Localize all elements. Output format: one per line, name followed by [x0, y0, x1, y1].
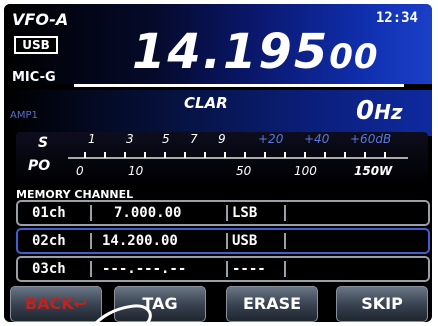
clar-label: CLAR — [184, 94, 228, 112]
memory-frequency: 7.000.00 — [114, 205, 182, 221]
meter-scale — [68, 157, 408, 159]
radio-display: VFO-A 12:34 USB 14.19500 MIC-G AMP1 CLAR… — [4, 4, 432, 322]
divider — [226, 261, 228, 277]
memory-channel-number: 03ch — [32, 261, 66, 277]
clock: 12:34 — [375, 10, 418, 26]
memory-mode: ---- — [232, 261, 266, 277]
memory-channel-number: 02ch — [32, 233, 66, 249]
clar-unit: Hz — [374, 100, 403, 124]
scale-tick — [264, 152, 266, 158]
divider — [284, 233, 286, 249]
memory-mode: LSB — [232, 205, 258, 221]
memory-row[interactable]: 01ch 7.000.00 LSB — [16, 200, 430, 226]
scale-tick — [84, 152, 86, 158]
divider — [284, 205, 286, 221]
scale-tick — [344, 152, 346, 158]
scale-tick — [144, 152, 146, 158]
frequency-main: 14.195 — [132, 24, 330, 80]
scale-tick — [324, 152, 326, 158]
s-meter-label: S — [38, 135, 49, 151]
divider — [226, 233, 228, 249]
s-tick: +40 — [304, 132, 330, 146]
erase-button[interactable]: ERASE — [226, 286, 318, 322]
frequency-readout[interactable]: 14.19500 — [132, 24, 379, 80]
stylus-pointer-icon — [94, 304, 152, 322]
divider — [90, 233, 92, 249]
vfo-label: VFO-A — [12, 10, 69, 29]
memory-mode: USB — [232, 233, 258, 249]
scale-tick — [304, 152, 306, 158]
po-meter-label: PO — [28, 158, 51, 174]
scale-tick — [364, 152, 366, 158]
po-tick: 50 — [236, 164, 252, 178]
s-tick: 9 — [218, 132, 226, 146]
po-tick: 100 — [294, 164, 317, 178]
s-tick: 3 — [126, 132, 134, 146]
mic-gain-label: MIC-G — [12, 70, 56, 85]
scale-tick — [244, 152, 246, 158]
divider — [90, 205, 92, 221]
divider — [284, 261, 286, 277]
scale-tick — [204, 152, 206, 158]
skip-button[interactable]: SKIP — [336, 286, 428, 322]
po-tick: 150W — [354, 164, 393, 178]
s-tick: 5 — [162, 132, 170, 146]
scale-tick — [164, 152, 166, 158]
scale-tick — [124, 152, 126, 158]
divider — [226, 205, 228, 221]
po-tick: 10 — [128, 164, 144, 178]
clar-number: 0 — [356, 96, 375, 126]
frequency-sub: 00 — [329, 37, 379, 77]
memory-row[interactable]: 03ch ---.---.-- ---- — [16, 256, 430, 282]
back-label: BACK — [24, 294, 74, 313]
mic-gain-bar[interactable] — [74, 84, 404, 87]
clar-value[interactable]: 0Hz — [356, 96, 402, 126]
mode-badge[interactable]: USB — [14, 36, 58, 54]
scale-tick — [224, 152, 226, 158]
s-tick: 1 — [88, 132, 96, 146]
scale-tick — [384, 152, 386, 158]
amp-label: AMP1 — [10, 110, 38, 121]
s-tick: 7 — [190, 132, 198, 146]
s-tick: +60dB — [350, 132, 392, 146]
memory-frequency: 14.200.00 — [102, 233, 178, 249]
memory-frequency: ---.---.-- — [102, 261, 187, 277]
po-tick: 0 — [76, 164, 84, 178]
scale-tick — [184, 152, 186, 158]
s-tick: +20 — [258, 132, 284, 146]
scale-tick — [284, 152, 286, 158]
memory-channel-number: 01ch — [32, 205, 66, 221]
scale-tick — [104, 152, 106, 158]
memory-row[interactable]: 02ch 14.200.00 USB — [16, 228, 430, 254]
divider — [90, 261, 92, 277]
